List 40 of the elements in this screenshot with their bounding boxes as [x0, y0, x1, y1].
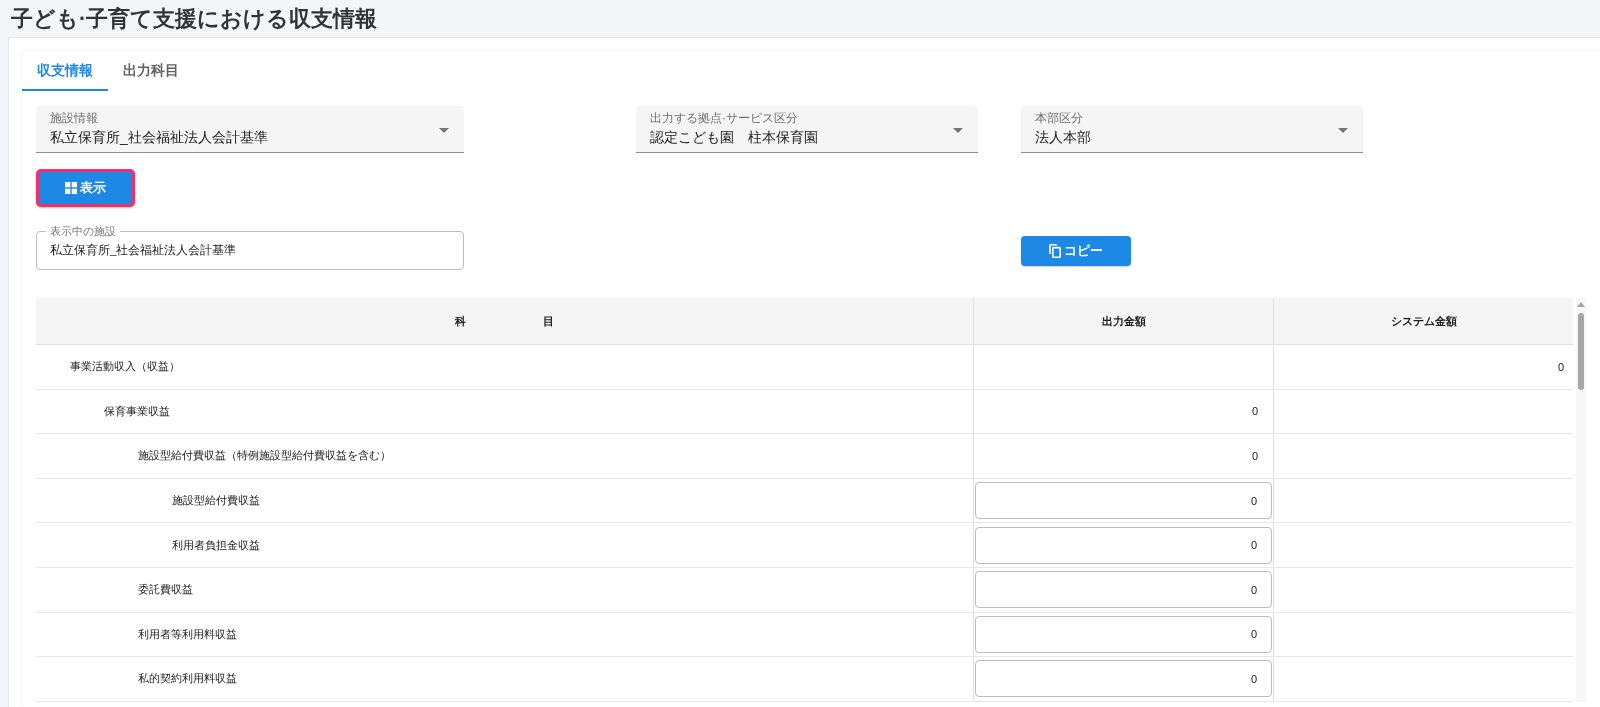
amount-input[interactable]: 0	[975, 571, 1272, 609]
column-header: 出力金額	[974, 298, 1274, 344]
current-facility-field[interactable]: 表示中の施設 私立保育所_社会福祉法人会計基準	[36, 225, 464, 270]
table-cell-text: 0	[1556, 359, 1565, 375]
table-cell: 利用者等利用料収益	[36, 612, 974, 657]
amount-input[interactable]: 0	[975, 615, 1272, 653]
tab[interactable]: 出力科目	[108, 51, 194, 91]
select-label: 施設情報	[50, 110, 98, 126]
select-label: 本部区分	[1035, 110, 1083, 126]
table-cell: 施設型給付費収益	[36, 478, 974, 523]
table-cell: 私的契約利用料収益	[36, 657, 974, 701]
grid-icon	[65, 182, 77, 194]
column-header: 科 目	[36, 298, 974, 344]
amount-input[interactable]: 0	[975, 526, 1272, 564]
table-cell: 0	[974, 389, 1274, 434]
dropdown-select[interactable]: 本部区分 法人本部	[1021, 106, 1363, 153]
select-label: 出力する拠点·サービス区分	[650, 110, 798, 126]
table-cell: 施設型給付費収益（特例施設型給付費収益を含む）	[36, 434, 974, 478]
vertical-scrollbar[interactable]	[1576, 298, 1586, 702]
amount-input[interactable]: 0	[975, 660, 1272, 698]
dropdown-select[interactable]: 施設情報 私立保育所_社会福祉法人会計基準	[36, 106, 464, 153]
amount-input[interactable]: 0	[975, 482, 1272, 520]
copy-icon	[1049, 244, 1061, 258]
caret-icon	[439, 128, 449, 133]
caret-icon	[953, 128, 963, 133]
table-cell: 保育事業収益	[36, 389, 974, 434]
tab[interactable]: 収支情報	[22, 51, 108, 91]
table-cell: 0	[974, 434, 1274, 478]
table-cell: 利用者負担金収益	[36, 523, 974, 567]
table-cell: 事業活動収入（収益）	[36, 345, 974, 389]
caret-icon	[1338, 128, 1348, 133]
scrollbar-thumb[interactable]	[1578, 313, 1584, 390]
copy-button[interactable]: コピー	[1021, 236, 1131, 266]
dropdown-select[interactable]: 出力する拠点·サービス区分 認定こども園 柱本保育園	[636, 106, 978, 153]
scroll-up-icon[interactable]	[1577, 302, 1585, 307]
show-button[interactable]: 表示	[36, 169, 135, 207]
page-title: 子ども·子育て支援における収支情報	[10, 5, 379, 33]
column-header: システム金額	[1389, 313, 1458, 329]
field-label: 表示中の施設	[49, 225, 117, 237]
table-cell: 委託費収益	[36, 567, 974, 612]
